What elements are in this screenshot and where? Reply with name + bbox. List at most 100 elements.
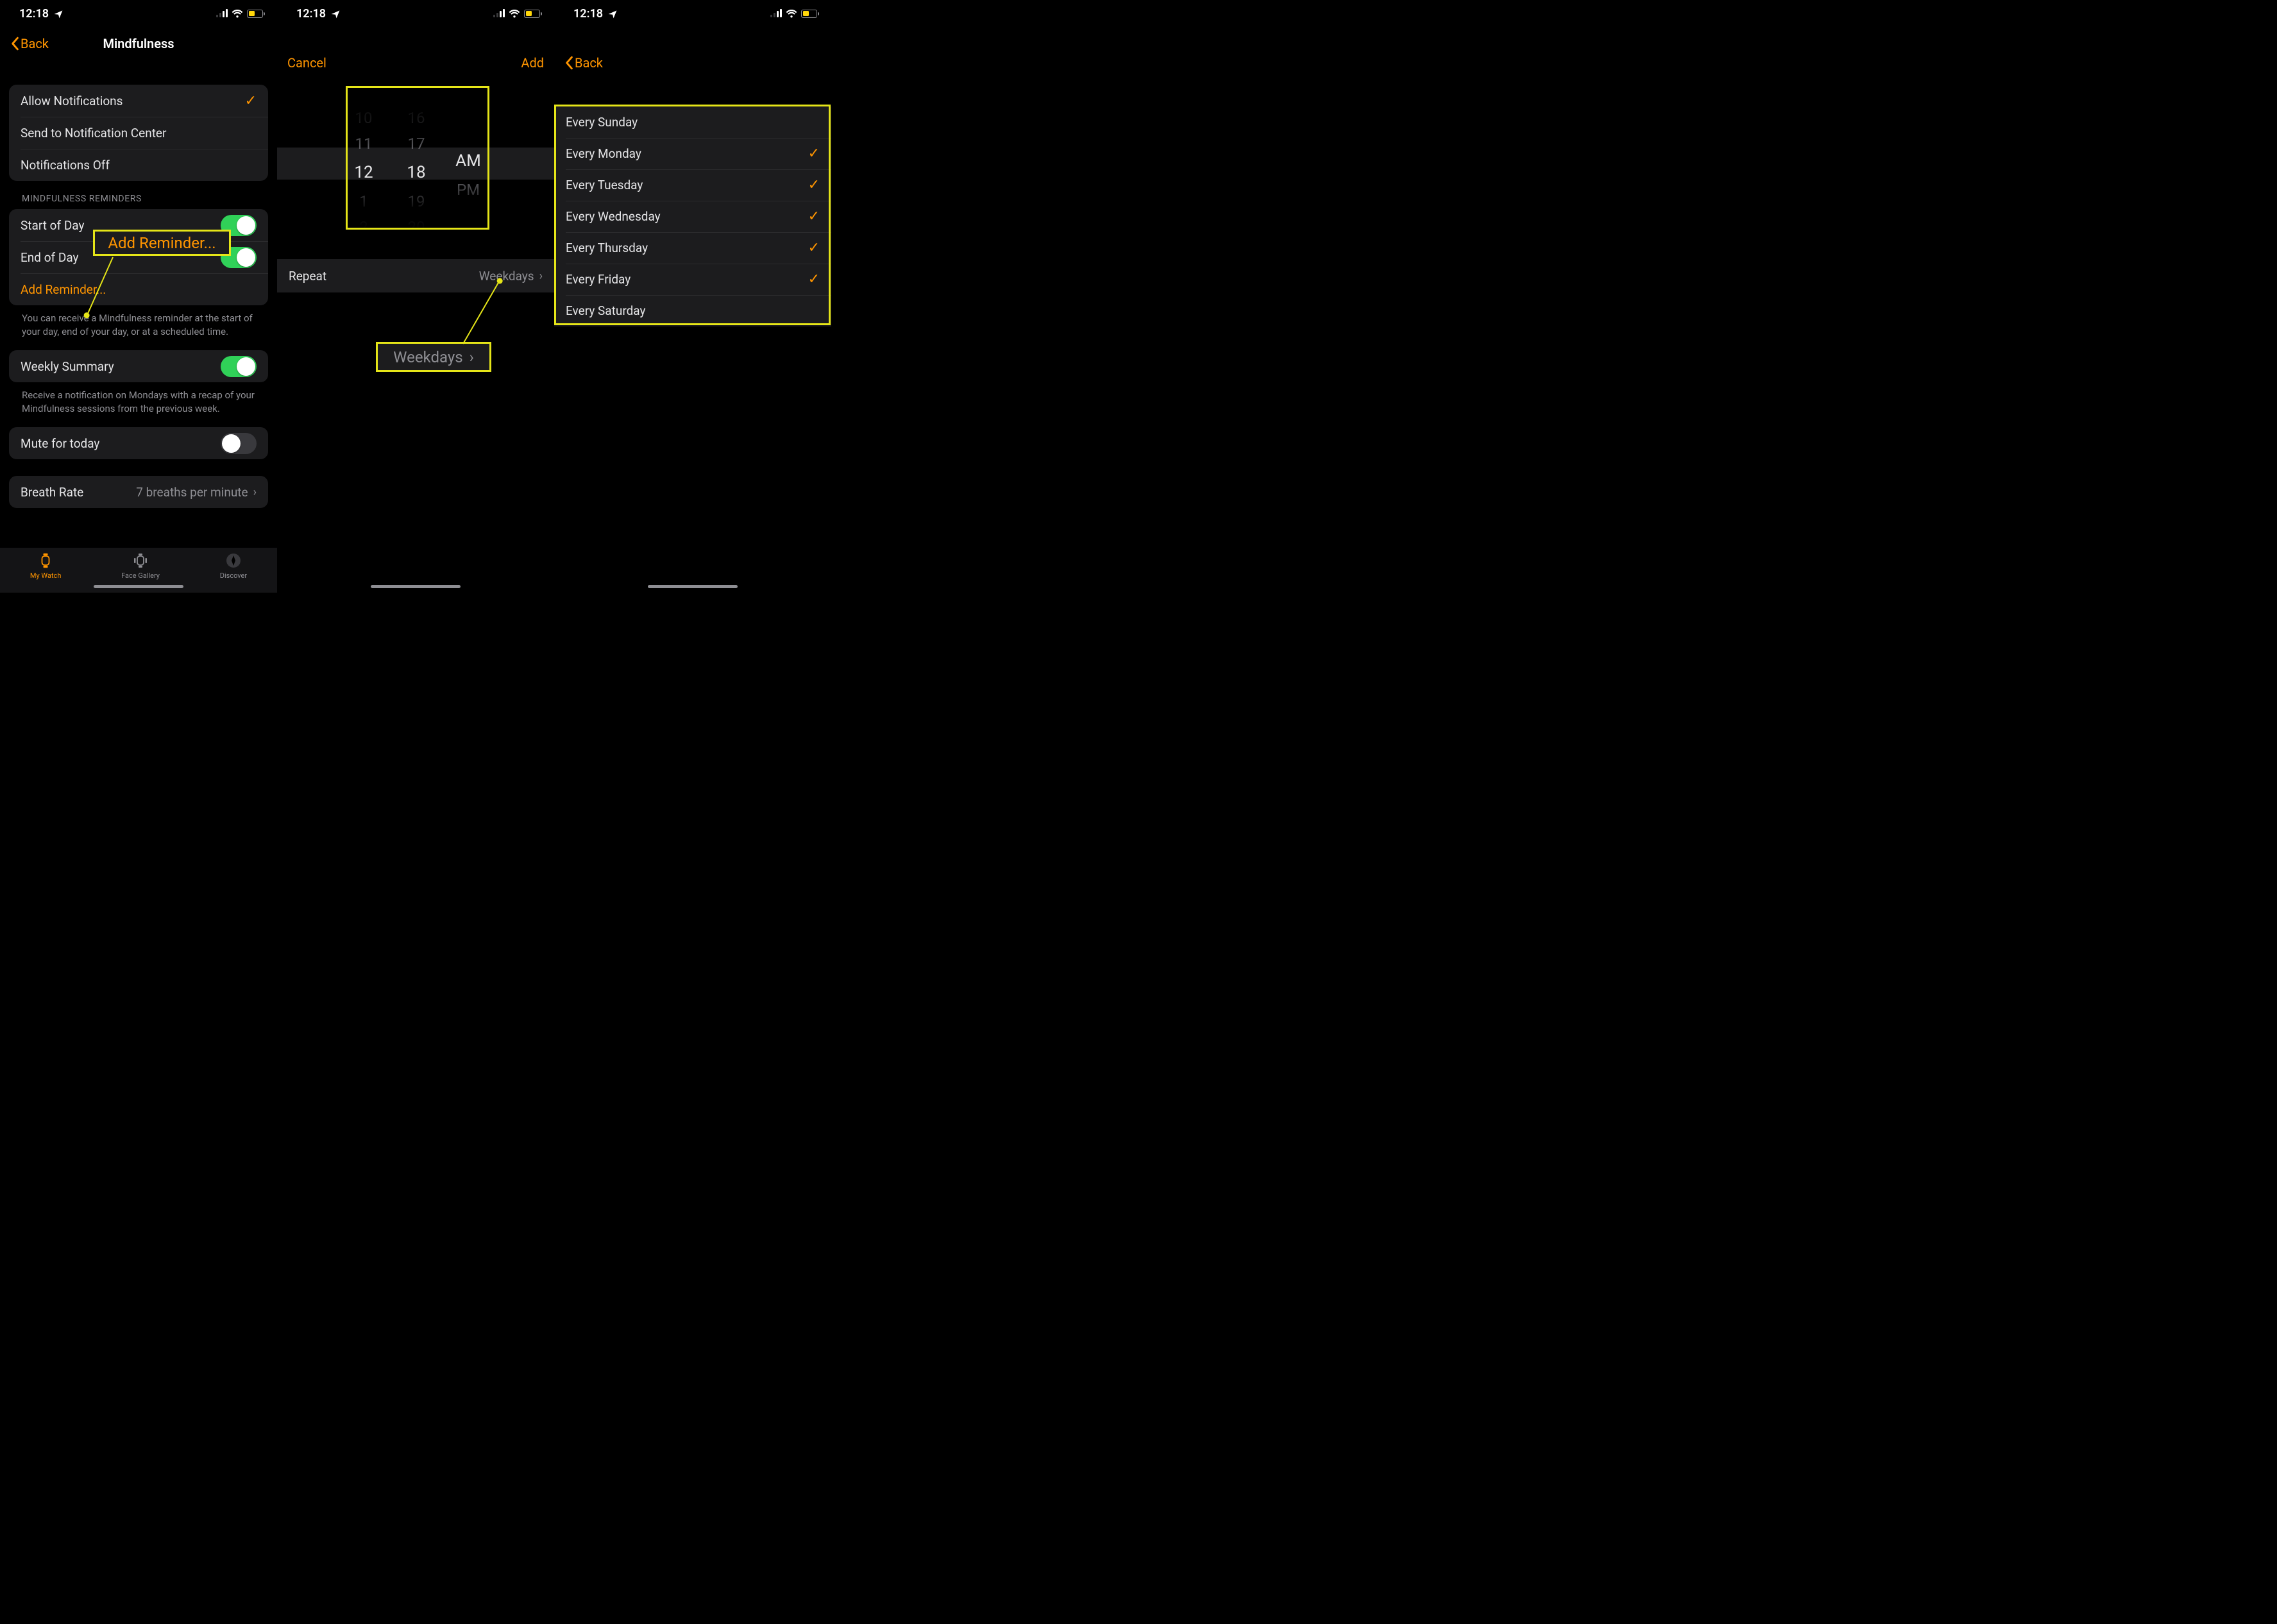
checkmark-icon: ✓ — [808, 208, 820, 224]
picker-tick: 1 — [337, 189, 390, 214]
weekly-summary-row[interactable]: Weekly Summary — [9, 350, 268, 382]
status-bar: 12:18 — [277, 0, 554, 27]
battery-icon — [524, 10, 540, 18]
nav-bar: Cancel Add — [277, 46, 554, 80]
tab-face-gallery[interactable]: Face Gallery — [121, 552, 160, 580]
weekly-summary-toggle[interactable] — [221, 356, 257, 377]
picker-tick — [443, 123, 494, 145]
picker-tick: 20 — [390, 214, 443, 240]
back-label: Back — [575, 55, 603, 71]
location-icon — [607, 9, 616, 18]
cellular-icon — [493, 10, 505, 17]
repeat-row[interactable]: Repeat Weekdays › — [277, 259, 554, 292]
cellular-icon — [216, 10, 228, 17]
compass-icon — [224, 552, 242, 570]
minute-wheel[interactable]: 15 16 17 18 19 20 21 — [390, 80, 443, 246]
checkmark-icon: ✓ — [808, 240, 820, 256]
wifi-icon — [786, 10, 797, 18]
breath-rate-value: 7 breaths per minute — [136, 485, 248, 500]
notifications-off-row[interactable]: Notifications Off — [9, 149, 268, 181]
checkmark-icon: ✓ — [808, 271, 820, 287]
gallery-icon — [131, 552, 149, 570]
picker-tick — [443, 80, 494, 101]
day-row[interactable]: Every Friday✓ — [554, 264, 831, 295]
tab-label: Face Gallery — [121, 571, 160, 580]
status-time: 12:18 — [19, 7, 49, 21]
repeat-group: Repeat Weekdays › — [277, 259, 554, 292]
day-row[interactable]: Every Wednesday ✓ — [554, 201, 831, 232]
checkmark-icon: ✓ — [808, 177, 820, 193]
tab-my-watch[interactable]: My Watch — [30, 552, 62, 580]
location-icon — [53, 9, 62, 18]
hour-wheel[interactable]: 9 10 11 12 1 2 3 — [337, 80, 390, 246]
send-to-notification-center-row[interactable]: Send to Notification Center — [9, 117, 268, 149]
weekly-summary-group: Weekly Summary — [9, 350, 268, 382]
back-label: Back — [21, 36, 49, 51]
mute-toggle[interactable] — [221, 433, 257, 454]
panel-repeat-days: 12:18 Back Every SundayEvery Monday✓Ever… — [554, 0, 831, 593]
row-label: Send to Notification Center — [21, 126, 166, 140]
picker-tick-selected: AM — [443, 145, 494, 177]
cancel-button[interactable]: Cancel — [287, 55, 326, 71]
status-time: 12:18 — [296, 7, 326, 21]
add-button[interactable]: Add — [521, 55, 544, 71]
back-button[interactable]: Back — [10, 36, 49, 51]
picker-tick: 9 — [337, 80, 390, 105]
back-button[interactable]: Back — [564, 55, 603, 71]
checkmark-icon: ✓ — [808, 146, 820, 162]
picker-tick: 16 — [390, 105, 443, 131]
repeat-value: Weekdays — [479, 269, 534, 283]
reminders-header: MINDFULNESS REMINDERS — [0, 181, 277, 209]
time-picker[interactable]: 9 10 11 12 1 2 3 15 16 17 18 19 20 — [277, 83, 554, 244]
day-label: Every Wednesday — [566, 209, 661, 224]
nav-bar: Back — [554, 46, 831, 80]
chevron-left-icon — [10, 37, 19, 51]
day-label: Every Sunday — [566, 115, 638, 130]
checkmark-icon: ✓ — [245, 93, 257, 109]
day-row[interactable]: Every Thursday✓ — [554, 232, 831, 264]
status-right — [493, 10, 540, 18]
picker-tick — [443, 224, 494, 246]
row-label: Repeat — [289, 269, 326, 283]
end-of-day-toggle[interactable] — [221, 247, 257, 268]
picker-tick-selected: 18 — [390, 156, 443, 189]
battery-icon — [247, 10, 263, 18]
home-indicator[interactable] — [648, 585, 738, 588]
breath-rate-row[interactable]: Breath Rate 7 breaths per minute › — [9, 476, 268, 508]
ampm-wheel[interactable]: AM PM — [443, 80, 494, 246]
picker-tick: 10 — [337, 105, 390, 131]
days-list: Every SundayEvery Monday✓Every Tuesday✓E… — [554, 106, 831, 326]
day-row[interactable]: Every Monday✓ — [554, 138, 831, 169]
picker-tick: 15 — [390, 80, 443, 105]
wifi-icon — [509, 10, 520, 18]
row-label: Breath Rate — [21, 485, 83, 500]
end-of-day-row[interactable]: End of Day — [9, 241, 268, 273]
home-indicator[interactable] — [371, 585, 461, 588]
breath-rate-group: Breath Rate 7 breaths per minute › — [9, 476, 268, 508]
day-label: Every Tuesday — [566, 178, 643, 192]
cellular-icon — [770, 10, 782, 17]
tab-label: My Watch — [30, 571, 62, 580]
status-bar: 12:18 — [0, 0, 277, 27]
day-row[interactable]: Every Saturday — [554, 295, 831, 326]
row-label: Allow Notifications — [21, 94, 123, 108]
mute-for-today-row[interactable]: Mute for today — [9, 427, 268, 459]
add-reminder-row[interactable]: Add Reminder... — [9, 273, 268, 305]
chevron-right-icon: › — [539, 269, 543, 283]
tab-discover[interactable]: Discover — [220, 552, 247, 580]
reminders-group: Start of Day End of Day Add Reminder... — [9, 209, 268, 305]
tab-bar: My Watch Face Gallery Discover — [0, 548, 277, 593]
start-of-day-toggle[interactable] — [221, 215, 257, 236]
nav-bar: Back Mindfulness — [0, 27, 277, 60]
picker-tick — [443, 101, 494, 123]
allow-notifications-row[interactable]: Allow Notifications ✓ — [9, 85, 268, 117]
panel-add-reminder: 12:18 Cancel Add 9 10 11 — [277, 0, 554, 593]
row-label: End of Day — [21, 250, 79, 265]
start-of-day-row[interactable]: Start of Day — [9, 209, 268, 241]
chevron-left-icon — [564, 56, 573, 70]
mute-group: Mute for today — [9, 427, 268, 459]
home-indicator[interactable] — [94, 585, 183, 588]
day-row[interactable]: Every Tuesday ✓ — [554, 169, 831, 201]
reminders-footer: You can receive a Mindfulness reminder a… — [0, 305, 277, 345]
day-row[interactable]: Every Sunday — [554, 106, 831, 138]
